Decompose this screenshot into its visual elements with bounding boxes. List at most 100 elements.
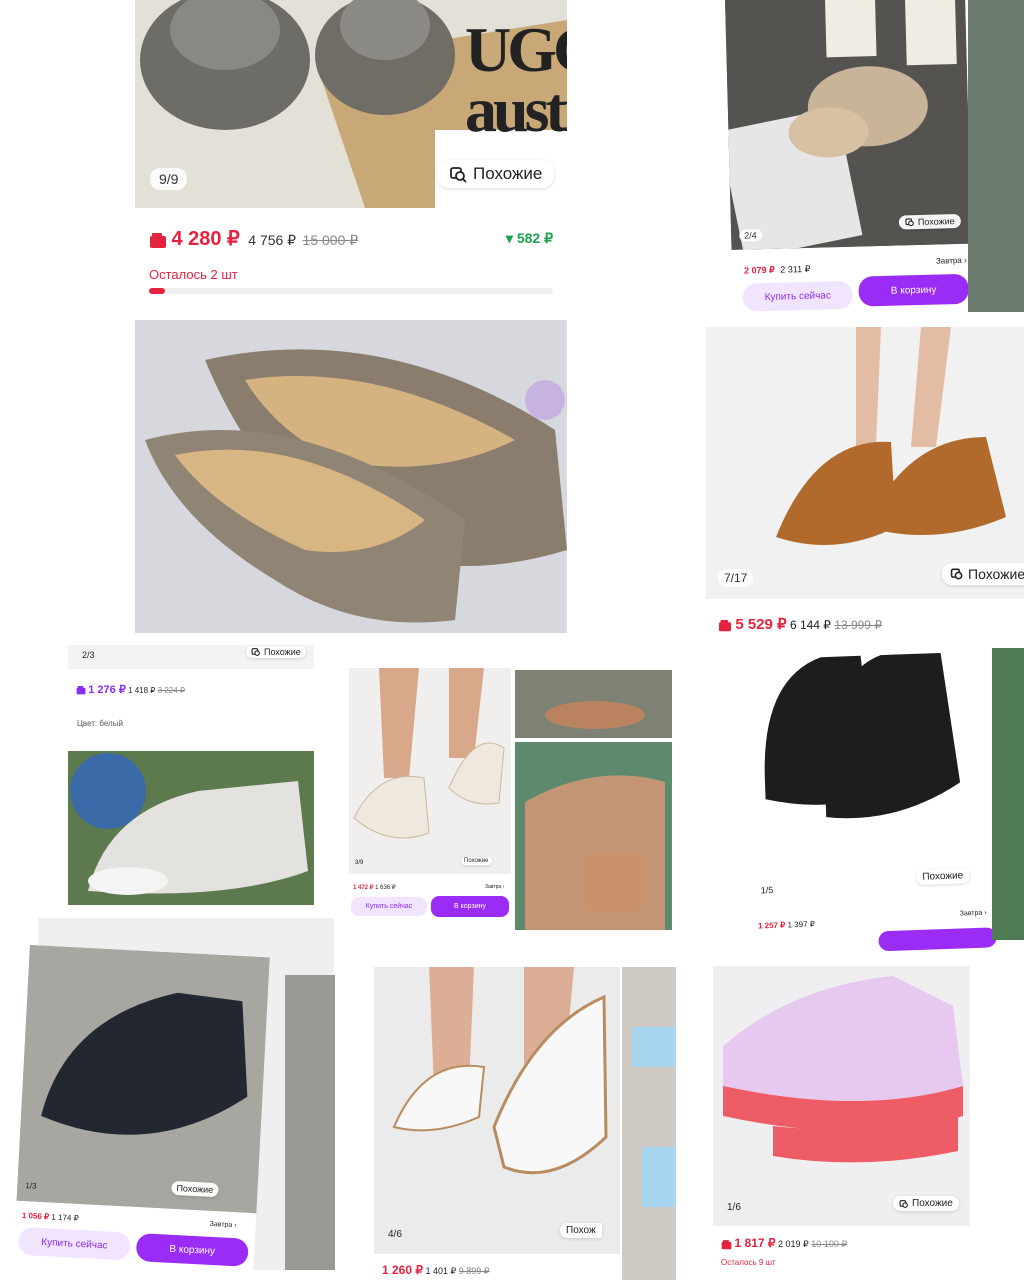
loafer-image xyxy=(706,327,1024,599)
similar-button[interactable]: Похожие xyxy=(942,563,1024,585)
price-row: 1 260 ₽ 1 401 ₽ 9 899 ₽ xyxy=(382,1263,490,1277)
similar-button[interactable]: Похожие xyxy=(916,868,970,885)
product-photo[interactable]: 7/17 Похожие xyxy=(706,327,1024,599)
sandal-image xyxy=(725,0,972,250)
similar-button[interactable]: Похожие xyxy=(898,213,961,230)
similar-button[interactable]: Похожие xyxy=(461,857,492,865)
similar-button[interactable]: Похожие xyxy=(246,646,306,658)
similar-label: Похожие xyxy=(464,858,489,864)
price: 2 079 ₽ xyxy=(743,264,775,276)
product-photo-large[interactable] xyxy=(135,320,567,633)
similar-button[interactable]: Похожие xyxy=(437,160,555,188)
product-photo[interactable]: 1/6 Похожие xyxy=(713,966,970,1226)
wallet-icon xyxy=(719,619,731,632)
similar-icon xyxy=(450,167,467,183)
price: 1 276 ₽ xyxy=(88,684,126,696)
add-to-cart-button[interactable]: В корзину xyxy=(431,896,509,917)
similar-label: Похожие xyxy=(917,216,955,228)
similar-icon xyxy=(950,568,963,580)
delivery-label: Завтра › xyxy=(935,255,967,266)
buy-now-button[interactable]: Купить сейчас xyxy=(351,897,427,916)
add-to-cart-button[interactable]: В корзину xyxy=(858,273,970,307)
brand-logo: UGG australia xyxy=(465,14,567,145)
price-row: 1 257 ₽ 1 397 ₽ xyxy=(758,920,815,931)
product-card-2[interactable]: 2/4 Похожие 2 079 ₽ 2 311 ₽ Завтра › Куп… xyxy=(725,0,974,312)
product-card-9[interactable]: 1/6 Похожие 1 817 ₽ 2 019 ₽ 10 100 ₽ Ост… xyxy=(713,966,970,1280)
similar-button[interactable]: Похожие xyxy=(171,1180,219,1198)
product-photo[interactable]: 3/9 Похожие xyxy=(349,668,511,874)
product-card-7[interactable]: 1/3 Похожие 1 056 ₽ 1 174 ₽ Завтра › Куп… xyxy=(12,945,270,1287)
product-card-3[interactable]: 7/17 Похожие 5 529 ₽ 6 144 ₽ 13 999 ₽ xyxy=(706,327,1024,637)
image-counter: 2/3 xyxy=(82,650,95,660)
stock-remaining: Осталось 9 шт xyxy=(721,1258,776,1267)
price-secondary: 2 311 ₽ xyxy=(780,263,811,275)
old-price: 3 224 ₽ xyxy=(157,686,185,695)
collage-photo-1 xyxy=(515,670,672,738)
sneaker-image xyxy=(713,966,970,1226)
stock-remaining: Осталось 2 шт xyxy=(149,267,238,282)
similar-button[interactable]: Похожие xyxy=(893,1196,959,1211)
buy-now-button[interactable]: Купить сейчас xyxy=(17,1226,132,1261)
buy-now-button[interactable]: Купить сейчас xyxy=(742,280,854,312)
product-photo[interactable] xyxy=(68,751,314,905)
product-photo[interactable]: 4/6 Похож xyxy=(374,967,620,1254)
price: 5 529 ₽ xyxy=(735,616,787,633)
price-secondary: 1 397 ₽ xyxy=(787,919,816,930)
price: 1 056 ₽ xyxy=(21,1210,50,1222)
similar-icon xyxy=(905,218,914,227)
stock-bar-fill xyxy=(149,288,166,294)
image-counter: 1/6 xyxy=(727,1202,741,1213)
add-to-cart-button[interactable]: В корзину xyxy=(135,1232,249,1267)
collage-photo-2 xyxy=(515,742,672,930)
stock-bar xyxy=(149,288,553,294)
image-counter: 2/4 xyxy=(739,229,762,242)
similar-icon xyxy=(899,1199,908,1208)
image-counter: 9/9 xyxy=(150,168,188,190)
adjacent-card-edge xyxy=(622,967,676,1280)
product-photo[interactable]: 1/5 Похожие xyxy=(740,631,1000,906)
product-photo[interactable]: UGG australia 9/9 Похожие xyxy=(135,0,567,208)
adjacent-card-edge xyxy=(285,975,335,1270)
wallet-icon xyxy=(721,1239,732,1249)
adjacent-card-edge xyxy=(968,0,1024,312)
product-photo[interactable]: 1/3 Похожие xyxy=(16,945,270,1214)
price-row: 1 276 ₽ 1 418 ₽ 3 224 ₽ xyxy=(76,683,185,696)
product-card-4[interactable]: 2/3 Похожие 1 276 ₽ 1 418 ₽ 3 224 ₽ Цвет… xyxy=(68,645,314,905)
product-card-1[interactable]: UGG australia 9/9 Похожие 4 280 ₽ 4 756 … xyxy=(135,0,567,300)
product-card-6[interactable]: 1/5 Похожие 1 257 ₽ 1 397 ₽ Завтра › xyxy=(740,631,1001,952)
price-row: 2 079 ₽ 2 311 ₽ xyxy=(744,264,811,277)
similar-label: Похож xyxy=(566,1225,596,1236)
sandal-image xyxy=(374,967,620,1254)
delivery-label: Завтра › xyxy=(959,909,987,918)
slipper-closeup-image xyxy=(135,320,567,633)
delivery-label: Завтра › xyxy=(209,1220,237,1230)
wallet-icon xyxy=(150,232,166,248)
similar-label: Похожие xyxy=(176,1183,214,1195)
price-row: 1 472 ₽ 1 636 ₽ xyxy=(353,884,396,891)
price-secondary: 1 401 ₽ xyxy=(425,1266,457,1276)
similar-label: Похожие xyxy=(912,1198,953,1209)
old-price: 13 999 ₽ xyxy=(834,618,882,632)
price-secondary: 1 636 ₽ xyxy=(375,885,396,891)
old-price: 15 000 ₽ xyxy=(302,232,359,248)
image-counter: 3/9 xyxy=(355,860,364,866)
product-card-5[interactable]: 3/9 Похожие 1 472 ₽ 1 636 ₽ Завтра › Куп… xyxy=(349,668,511,930)
old-price: 10 100 ₽ xyxy=(811,1239,848,1249)
price: 1 257 ₽ xyxy=(757,920,786,931)
similar-label: Похожие xyxy=(968,566,1024,582)
similar-label: Похожие xyxy=(922,870,964,883)
sandal-image xyxy=(349,668,511,874)
add-to-cart-button[interactable] xyxy=(878,927,997,952)
price-secondary: 4 756 ₽ xyxy=(248,232,297,248)
price: 4 280 ₽ xyxy=(171,228,240,250)
price-row: 4 280 ₽ 4 756 ₽ 15 000 ₽ ▾ 582 ₽ xyxy=(149,226,553,252)
similar-button[interactable]: Похож xyxy=(560,1223,602,1238)
product-photo[interactable]: 2/4 Похожие xyxy=(725,0,972,250)
price-row: 1 817 ₽ 2 019 ₽ 10 100 ₽ xyxy=(721,1236,847,1250)
wallet-icon xyxy=(76,686,86,695)
adjacent-card-edge xyxy=(992,648,1024,940)
similar-label: Похожие xyxy=(264,647,301,657)
loafer-image xyxy=(16,945,270,1214)
product-card-8[interactable]: 4/6 Похож 1 260 ₽ 1 401 ₽ 9 899 ₽ xyxy=(374,967,620,1280)
image-counter: 1/3 xyxy=(25,1181,37,1191)
